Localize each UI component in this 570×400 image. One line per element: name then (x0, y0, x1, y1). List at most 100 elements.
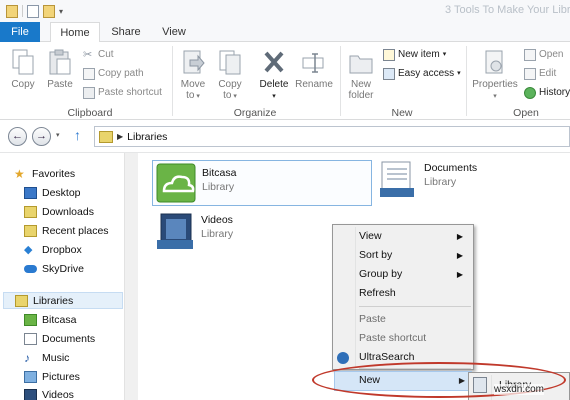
ultrasearch-icon (337, 352, 349, 364)
organize-group-label: Organize (233, 107, 277, 119)
copy-button[interactable]: Copy (8, 48, 38, 90)
tab-file[interactable]: File (0, 22, 40, 42)
paste-shortcut-button[interactable]: Paste shortcut (83, 85, 162, 101)
window-title: 3 Tools To Make Your Library ... (445, 4, 570, 16)
breadcrumb-libraries[interactable]: Libraries (127, 131, 167, 143)
menu-item-paste[interactable]: Paste (359, 310, 386, 329)
cut-button[interactable]: ✂ Cut (83, 47, 114, 63)
new-group-label: New (391, 107, 413, 119)
new-folder-icon (348, 48, 374, 76)
history-button[interactable]: History (524, 85, 570, 101)
videos-library-icon (157, 213, 193, 249)
easy-access-icon (383, 68, 395, 80)
menu-item-view[interactable]: View ▶ (359, 227, 469, 246)
library-type: Library (201, 228, 234, 240)
navigation-pane: ★ Favorites Desktop Downloads Recent pla… (0, 153, 124, 400)
skydrive-cloud-icon (24, 264, 37, 273)
recent-places-icon (24, 224, 37, 237)
delete-button[interactable]: Delete ▾ (255, 48, 293, 102)
nav-item-bitcasa[interactable]: Bitcasa (24, 311, 76, 328)
nav-item-downloads[interactable]: Downloads (24, 203, 94, 220)
tab-home[interactable]: Home (50, 22, 100, 43)
context-menu: View ▶ Sort by ▶ Group by ▶ Refresh Paste P… (332, 224, 474, 370)
music-note-icon: ♪ (24, 350, 30, 365)
title-bar: ▾ 3 Tools To Make Your Library ... (0, 0, 570, 22)
folder-icon[interactable] (6, 4, 18, 18)
submenu-arrow-icon: ▶ (456, 251, 463, 260)
forward-button[interactable]: → (32, 127, 51, 146)
menu-item-refresh[interactable]: Refresh (359, 284, 396, 303)
star-icon: ★ (14, 166, 25, 181)
open-group-label: Open (513, 107, 539, 119)
nav-item-skydrive[interactable]: SkyDrive (24, 260, 84, 277)
arrow-left-icon: ← (12, 130, 23, 142)
copy-to-button[interactable]: Copy to ▾ (214, 48, 246, 102)
submenu-arrow-icon: ▶ (456, 232, 463, 241)
new-item-button[interactable]: New item ▾ (383, 47, 446, 63)
tab-view[interactable]: View (152, 22, 196, 42)
paste-shortcut-icon (83, 87, 95, 99)
move-to-icon (180, 48, 206, 76)
chevron-down-icon[interactable]: ▾ (59, 7, 63, 16)
menu-item-sort-by[interactable]: Sort by ▶ (359, 246, 469, 265)
copy-path-button[interactable]: Copy path (83, 66, 144, 82)
bitcasa-icon (24, 313, 37, 326)
tab-share[interactable]: Share (104, 22, 148, 42)
videos-icon (24, 388, 37, 400)
paste-button[interactable]: Paste (44, 48, 76, 90)
ribbon-tabs: File Home Share View (0, 22, 570, 43)
move-to-button[interactable]: Move to ▾ (178, 48, 208, 102)
open-icon (524, 49, 536, 61)
nav-item-documents[interactable]: Documents (24, 330, 95, 347)
clipboard-group-label: Clipboard (67, 107, 113, 119)
nav-item-videos[interactable]: Videos (24, 386, 74, 400)
paste-icon (47, 48, 73, 76)
ribbon: Copy Paste ✂ Cut Copy path Paste shortcu… (0, 42, 570, 120)
library-tile-videos[interactable]: Videos Library (155, 210, 325, 256)
new-item-icon (383, 49, 395, 61)
rename-button[interactable]: Rename (294, 48, 334, 90)
rename-icon (301, 48, 327, 76)
menu-gutter (355, 227, 356, 367)
new-folder-icon[interactable] (43, 4, 55, 18)
separator (340, 46, 341, 116)
scissors-icon: ✂ (83, 49, 93, 61)
back-button[interactable]: ← (8, 127, 27, 146)
library-tile-bitcasa[interactable]: Bitcasa Library (152, 160, 372, 206)
breadcrumb-chevron-icon[interactable]: ▶ (117, 132, 123, 141)
libraries-icon (15, 294, 28, 307)
up-arrow-icon[interactable]: ↑ (74, 127, 81, 143)
new-folder-button[interactable]: New folder (344, 48, 378, 101)
nav-item-dropbox[interactable]: ◆ Dropbox (24, 241, 82, 258)
nav-item-pictures[interactable]: Pictures (24, 368, 80, 385)
properties-icon[interactable] (27, 4, 39, 18)
nav-libraries[interactable]: Libraries (3, 292, 123, 309)
navigation-pane-scrollbar[interactable] (124, 153, 138, 400)
nav-item-music[interactable]: ♪ Music (24, 349, 69, 366)
menu-item-paste-shortcut[interactable]: Paste shortcut (359, 329, 426, 348)
arrow-right-icon: → (36, 130, 47, 142)
properties-button[interactable]: Properties ▾ (470, 48, 520, 102)
library-tile-documents[interactable]: Documents Library (378, 158, 558, 204)
documents-icon (24, 332, 37, 345)
address-bar[interactable]: ▶ Libraries (94, 126, 570, 147)
open-button[interactable]: Open (524, 47, 563, 63)
nav-item-desktop[interactable]: Desktop (24, 184, 81, 201)
copy-to-icon (217, 48, 243, 76)
separator (172, 46, 173, 116)
copy-icon (10, 48, 36, 76)
history-icon (524, 87, 536, 99)
menu-item-group-by[interactable]: Group by ▶ (359, 265, 469, 284)
easy-access-button[interactable]: Easy access ▾ (383, 66, 461, 82)
libraries-icon (99, 130, 113, 143)
library-name: Bitcasa (202, 167, 237, 179)
watermark: wsxdn.com (494, 384, 545, 395)
submenu-arrow-icon: ▶ (456, 270, 463, 279)
nav-favorites[interactable]: ★ Favorites (14, 165, 75, 182)
dropbox-icon: ◆ (24, 243, 33, 256)
nav-item-recent-places[interactable]: Recent places (24, 222, 109, 239)
edit-button[interactable]: Edit (524, 66, 556, 82)
recent-locations-chevron-icon[interactable]: ▾ (56, 131, 60, 139)
edit-icon (524, 68, 536, 80)
navigation-bar: ← → ▾ ↑ ▶ Libraries (0, 122, 570, 150)
